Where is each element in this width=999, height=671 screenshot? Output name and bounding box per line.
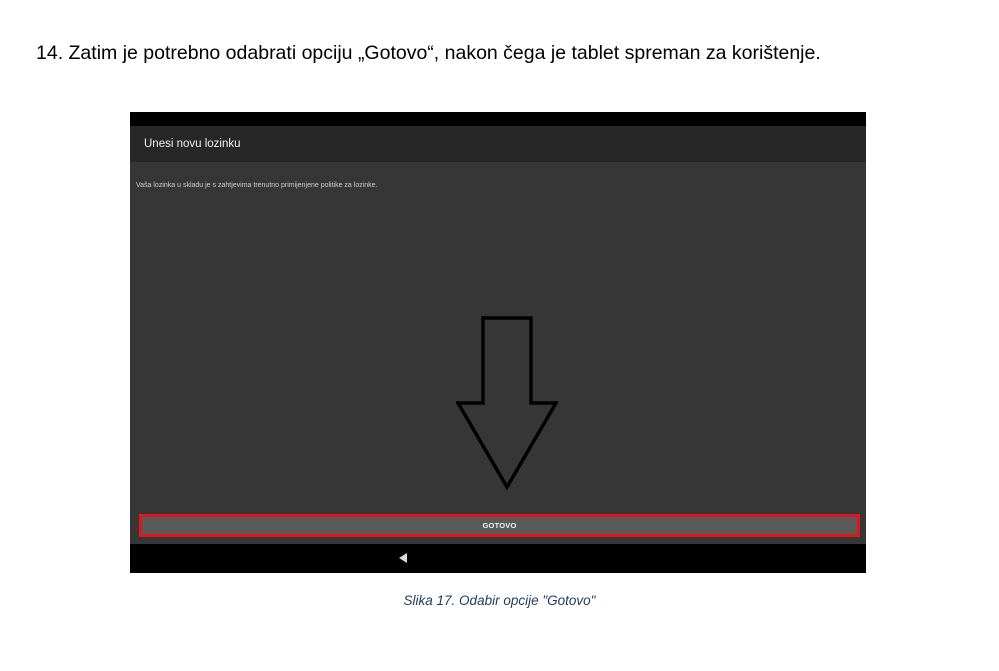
down-arrow-outline-icon [456,316,558,490]
done-button-label: GOTOVO [482,521,517,530]
status-bar [130,112,866,126]
password-policy-text: Vaša lozinka u skladu je s zahtjevima tr… [136,182,378,189]
app-bar: Unesi novu lozinku [130,126,866,162]
navigation-bar [130,544,866,573]
step-instruction: 14. Zatim je potrebno odabrati opciju „G… [36,42,821,64]
back-triangle-icon[interactable] [398,553,408,563]
app-bar-title: Unesi novu lozinku [144,138,241,150]
tablet-screenshot: Unesi novu lozinku Vaša lozinka u skladu… [130,112,866,573]
done-button[interactable]: GOTOVO [139,514,860,537]
figure-caption: Slika 17. Odabir opcije "Gotovo" [403,593,596,608]
